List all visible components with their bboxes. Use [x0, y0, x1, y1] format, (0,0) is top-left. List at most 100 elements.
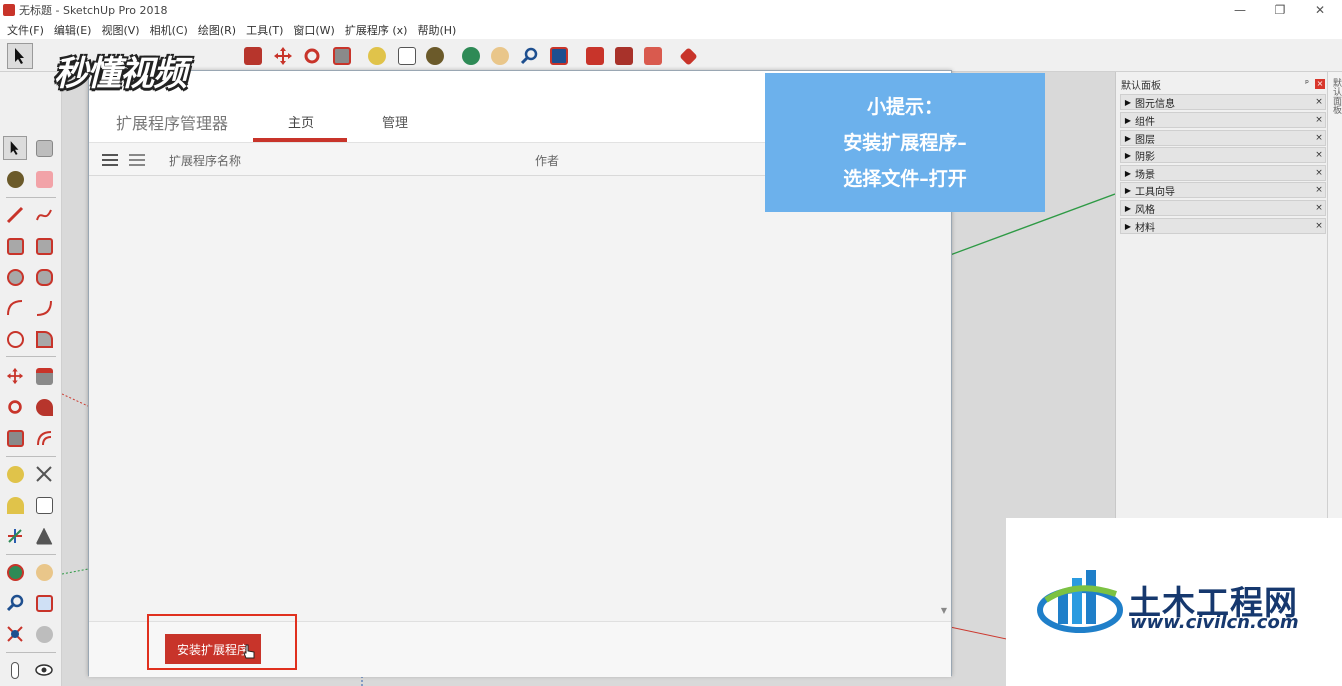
expand-triangle-icon[interactable]: ▶ [1121, 222, 1135, 231]
eraser-icon[interactable] [32, 167, 56, 191]
panel-materials[interactable]: ▶ 材料 × [1120, 218, 1326, 234]
panel-components[interactable]: ▶ 组件 × [1120, 112, 1326, 128]
line-tool-icon[interactable] [3, 203, 27, 227]
panel-entity-info[interactable]: ▶ 图元信息 × [1120, 94, 1326, 110]
pan-tool-icon[interactable] [487, 43, 513, 69]
panel-close-icon[interactable]: × [1313, 133, 1325, 143]
minimize-button[interactable]: — [1222, 0, 1258, 20]
three-point-arc-icon[interactable] [3, 327, 27, 351]
close-button[interactable]: ✕ [1302, 0, 1338, 20]
two-point-arc-icon[interactable] [32, 296, 56, 320]
list-view-icon[interactable] [102, 154, 118, 168]
pie-tool-icon[interactable] [32, 327, 56, 351]
panel-close-icon[interactable]: × [1313, 150, 1325, 160]
3d-text-icon[interactable] [32, 524, 56, 548]
tray-close-icon[interactable]: × [1315, 79, 1325, 89]
panel-instructor[interactable]: ▶ 工具向导 × [1120, 182, 1326, 198]
warehouse-icon[interactable] [582, 43, 608, 69]
detail-view-icon[interactable] [129, 154, 145, 168]
paint-side-icon[interactable] [3, 167, 27, 191]
look-around-icon[interactable] [32, 658, 56, 682]
restore-button[interactable]: ❐ [1262, 0, 1298, 20]
menu-view[interactable]: 视图(V) [96, 22, 144, 38]
menu-help[interactable]: 帮助(H) [412, 22, 461, 38]
text-tool-icon[interactable] [394, 43, 420, 69]
scale-tool-icon[interactable] [329, 43, 355, 69]
follow-me-side-icon[interactable] [32, 395, 56, 419]
arc-tool-icon[interactable] [3, 296, 27, 320]
circle-tool-icon[interactable] [3, 265, 27, 289]
component-tool-icon[interactable] [32, 136, 56, 160]
zoom-extents-side-icon[interactable] [3, 622, 27, 646]
select-tool-icon[interactable] [7, 43, 33, 69]
panel-close-icon[interactable]: × [1313, 203, 1325, 213]
expand-triangle-icon[interactable]: ▶ [1121, 169, 1135, 178]
column-author[interactable]: 作者 [535, 152, 559, 169]
paint-bucket-icon[interactable] [422, 43, 448, 69]
zoom-extents-icon[interactable] [546, 43, 572, 69]
menu-camera[interactable]: 相机(C) [145, 22, 193, 38]
expand-triangle-icon[interactable]: ▶ [1121, 134, 1135, 143]
zoom-tool-icon[interactable] [516, 43, 542, 69]
panel-close-icon[interactable]: × [1313, 115, 1325, 125]
dimension-tool-icon[interactable] [32, 462, 56, 486]
panel-layers[interactable]: ▶ 图层 × [1120, 130, 1326, 146]
panel-shadows[interactable]: ▶ 阴影 × [1120, 147, 1326, 163]
watermark-text: 秒懂视频 [54, 54, 187, 94]
expand-triangle-icon[interactable]: ▶ [1121, 186, 1135, 195]
menu-edit[interactable]: 编辑(E) [49, 22, 97, 38]
text-side-icon[interactable] [32, 493, 56, 517]
extension-warehouse-icon[interactable] [611, 43, 637, 69]
move-tool-icon[interactable] [270, 43, 296, 69]
zoom-side-icon[interactable] [3, 591, 27, 615]
left-toolbar [0, 72, 62, 686]
expand-triangle-icon[interactable]: ▶ [1121, 151, 1135, 160]
follow-me-tool-icon[interactable] [240, 43, 266, 69]
pin-icon[interactable]: ᵖ [1301, 79, 1313, 89]
menu-window[interactable]: 窗口(W) [288, 22, 339, 38]
collapsed-tray-tab[interactable]: 默认面板 [1327, 72, 1342, 518]
menu-tools[interactable]: 工具(T) [241, 22, 288, 38]
select-tool-side-icon[interactable] [3, 136, 27, 160]
scale-side-icon[interactable] [3, 426, 27, 450]
push-pull-icon[interactable] [32, 364, 56, 388]
scroll-down-arrow-icon[interactable]: ▼ [941, 606, 947, 615]
offset-tool-icon[interactable] [32, 426, 56, 450]
tip-title: 小提示： [866, 95, 943, 118]
polygon-tool-icon[interactable] [32, 265, 56, 289]
panel-close-icon[interactable]: × [1313, 97, 1325, 107]
panel-close-icon[interactable]: × [1313, 221, 1325, 231]
tape-measure-icon[interactable] [364, 43, 390, 69]
rotate-side-icon[interactable] [3, 395, 27, 419]
rotated-rectangle-icon[interactable] [32, 234, 56, 258]
ruby-console-icon[interactable] [675, 43, 701, 69]
tab-home[interactable]: 主页 [288, 112, 314, 131]
orbit-tool-icon[interactable] [458, 43, 484, 69]
position-camera-icon[interactable] [3, 658, 27, 682]
panel-close-icon[interactable]: × [1313, 168, 1325, 178]
menu-file[interactable]: 文件(F) [2, 22, 49, 38]
rotate-tool-icon[interactable] [299, 43, 325, 69]
pan-side-icon[interactable] [32, 560, 56, 584]
move-side-icon[interactable] [3, 364, 27, 388]
panel-label: 图元信息 [1135, 98, 1175, 110]
expand-triangle-icon[interactable]: ▶ [1121, 98, 1135, 107]
protractor-icon[interactable] [3, 493, 27, 517]
expand-triangle-icon[interactable]: ▶ [1121, 116, 1135, 125]
column-extension-name[interactable]: 扩展程序名称 [169, 152, 241, 169]
share-model-icon[interactable] [640, 43, 666, 69]
menu-draw[interactable]: 绘图(R) [193, 22, 241, 38]
tab-manage[interactable]: 管理 [382, 112, 408, 131]
freehand-tool-icon[interactable] [32, 203, 56, 227]
expand-triangle-icon[interactable]: ▶ [1121, 204, 1135, 213]
panel-scenes[interactable]: ▶ 场景 × [1120, 165, 1326, 181]
orbit-side-icon[interactable] [3, 560, 27, 584]
panel-styles[interactable]: ▶ 风格 × [1120, 200, 1326, 216]
menu-extensions[interactable]: 扩展程序 (x) [340, 22, 413, 38]
rectangle-tool-icon[interactable] [3, 234, 27, 258]
zoom-window-icon[interactable] [32, 591, 56, 615]
tape-side-icon[interactable] [3, 462, 27, 486]
panel-close-icon[interactable]: × [1313, 185, 1325, 195]
axes-tool-icon[interactable] [3, 524, 27, 548]
previous-view-icon[interactable] [32, 622, 56, 646]
